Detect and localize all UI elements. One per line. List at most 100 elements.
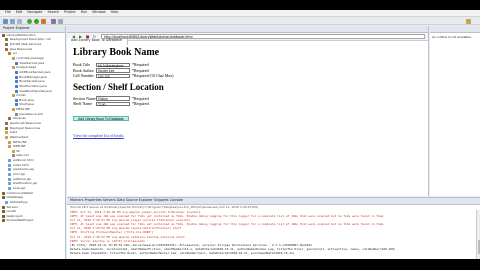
field-input[interactable]: Mr A Masterpiece (96, 62, 130, 67)
section-heading: Section / Shelf Location (73, 81, 164, 92)
outline-tab[interactable] (430, 26, 480, 33)
menu-item[interactable]: Project (64, 10, 76, 15)
tree-node-icon (2, 196, 5, 200)
tree-node-icon (14, 70, 18, 74)
save-icon[interactable] (10, 18, 15, 24)
editor-tab-bar: Add Library Book To Database (67, 26, 428, 45)
forward-arrow-icon[interactable]: ▶ (77, 34, 84, 39)
menu-item[interactable]: Navigate (27, 10, 42, 15)
eclipse-window: File Edit Navigate Search Project Run Window He… (0, 10, 480, 259)
field-input[interactable]: T100 (96, 101, 130, 106)
tree-node-icon (5, 200, 9, 204)
tree-node-icon (14, 103, 18, 107)
menu-bar: File Edit Navigate Search Project Run Window He… (0, 10, 480, 17)
console-output: INFO: Oct 11, 2018 3:49:48 PM org.apache… (67, 210, 480, 255)
field-input[interactable]: Fiction (96, 96, 130, 101)
tree-node-icon (8, 117, 12, 121)
console-line: Delete book [bookId=1, title=The River, … (70, 250, 295, 255)
menu-item[interactable]: Window (92, 10, 105, 15)
new-icon[interactable] (3, 18, 8, 24)
external-tools-icon[interactable] (41, 18, 46, 24)
screen: File Edit Navigate Search Project Run Window He… (0, 0, 480, 270)
outline-message: An outline is not available. (432, 35, 472, 39)
tree-node-icon (11, 149, 15, 153)
field-label: Section Name (73, 95, 96, 101)
page-title: Library Book Name (73, 47, 160, 58)
tree-node-icon (14, 89, 18, 93)
shelf-fields: Section Name Fiction *Required Shelf Name T1… (73, 96, 422, 107)
tree-node-icon (2, 33, 5, 37)
tree-node-icon (2, 210, 5, 214)
print-icon[interactable] (17, 18, 22, 24)
tree-node-icon (2, 191, 5, 195)
refresh-icon[interactable]: ↻ (91, 34, 98, 39)
toolbar (0, 17, 480, 25)
tree-node-icon (8, 173, 12, 177)
view-books-link[interactable]: View the complete list of books (73, 133, 422, 138)
field-label: Call Number (73, 73, 94, 79)
tree-node-icon (8, 163, 12, 167)
field-note: *Required (132, 101, 149, 107)
field-input[interactable]: 100.100 (96, 73, 130, 78)
tree-node-icon (2, 214, 5, 218)
field-label: Book Author (73, 67, 94, 73)
book-fields: Book Title Mr A Masterpiece *Required Book … (73, 62, 422, 79)
tree-node-icon (5, 121, 9, 125)
tree-node-icon (11, 66, 15, 70)
tree-node-icon (5, 126, 9, 130)
tree-node-icon (8, 177, 12, 181)
field-note: *Required (132, 62, 149, 68)
console-scrollbar[interactable] (476, 210, 480, 259)
field-label: Shelf Name (73, 101, 92, 107)
stop-icon[interactable]: ■ (84, 34, 91, 39)
tree-node-icon (2, 219, 5, 223)
menu-item[interactable]: Run (81, 10, 88, 15)
form-row: Call Number 100.100 *Required (10 Char Max… (73, 73, 422, 79)
tree-node-icon (5, 43, 9, 47)
tree-node-icon (8, 159, 12, 163)
tree-item-label: SimpleWebProject (6, 218, 34, 223)
project-explorer: Project Explorer LibraryWebSolution Deplo… (0, 26, 66, 259)
menu-item[interactable]: Edit (16, 10, 23, 15)
tree-node-icon (5, 135, 9, 139)
console-view: Markers Properties Servers Data Source E… (67, 197, 480, 259)
menu-item[interactable]: Search (47, 10, 59, 15)
outline-view: An outline is not available. (430, 26, 480, 196)
tree-node-icon (8, 140, 12, 144)
tree-node-icon (14, 98, 18, 102)
tree-node-icon (8, 186, 12, 190)
tree-node-icon (14, 75, 18, 79)
form-row: Shelf Name T100 *Required (73, 101, 422, 107)
internal-browser: Add Library Book To Database ◀ ▶ ■ ↻ htt… (67, 26, 429, 196)
tree-node-icon (2, 205, 5, 209)
perspective-icon[interactable] (466, 18, 471, 24)
tree-node-icon (8, 182, 12, 186)
tree-node-icon (8, 52, 12, 56)
add-book-button[interactable]: Add Library Book To Database (73, 115, 129, 121)
menu-item[interactable]: File (5, 10, 11, 15)
console-tabs[interactable]: Markers Properties Servers Data Source E… (67, 198, 480, 205)
search-icon[interactable] (51, 18, 56, 24)
tree-item[interactable]: SimpleWebProject (0, 218, 65, 224)
web-page: Library Book Name Book Title Mr A Masterp… (67, 41, 428, 142)
field-note: *Required (132, 67, 149, 73)
tree-node-icon (14, 61, 18, 65)
field-input[interactable]: Hunter Lee (96, 68, 130, 73)
run-icon[interactable] (34, 18, 39, 24)
url-input[interactable]: http://localhost:8080/LibraryWebSolution… (101, 33, 425, 40)
tree-node-icon (11, 94, 15, 98)
field-label: Book Title (73, 62, 91, 68)
debug-icon[interactable] (27, 18, 32, 24)
tree-node-icon (8, 168, 12, 172)
tree-node-icon (11, 154, 15, 158)
tree-node-icon (5, 131, 9, 135)
tree-node-icon (14, 80, 18, 84)
back-arrow-icon[interactable]: ◀ (70, 34, 77, 39)
tree-node-icon (11, 108, 15, 112)
tree-node-icon (14, 84, 18, 88)
menu-item[interactable]: Help (111, 10, 119, 15)
tree-node-icon (11, 57, 15, 61)
back-icon[interactable] (58, 18, 63, 24)
field-note: *Required (132, 95, 149, 101)
tree-node-icon (5, 47, 9, 51)
